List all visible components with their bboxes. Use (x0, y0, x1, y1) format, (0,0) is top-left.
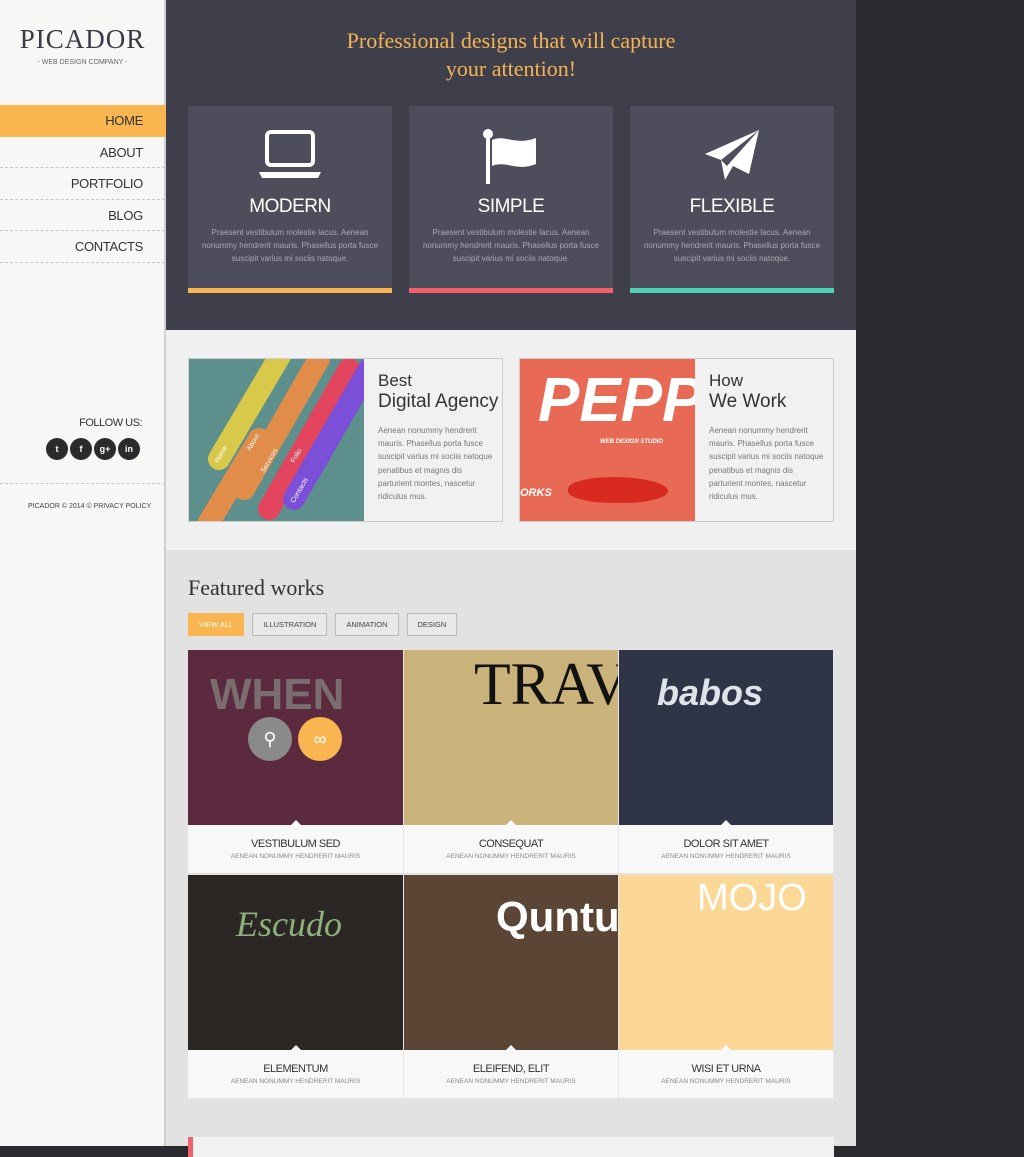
card-title-1: How (709, 371, 744, 390)
card-text: Aenean nonummy hendrerit mauris. Phasell… (378, 426, 493, 502)
thumbnail-art: TRAV (474, 651, 618, 717)
copyright[interactable]: PICADOR © 2014 © PRIVACY POLICY (28, 503, 151, 510)
card-digital-agency[interactable]: Home About Services Folio Contacts Best … (188, 358, 503, 522)
feature-title: MODERN (249, 196, 331, 217)
feature-modern: MODERN Praesent vestibulum molestie lacu… (188, 106, 392, 293)
portfolio-item[interactable]: WHEN ⚲ ∞ VESTIBULUM SED AENEAN NONUMMY HEND… (188, 650, 404, 873)
hero-section: Professional designs that will capture y… (166, 0, 856, 330)
work-subtitle: AENEAN NONUMMY HENDRERIT MAURIS (230, 1078, 361, 1085)
portfolio-grid: WHEN ⚲ ∞ VESTIBULUM SED AENEAN NONUMMY HEND… (188, 650, 834, 1098)
headline-line-2: your attention! (445, 56, 577, 81)
intro-section: Home About Services Folio Contacts Best … (166, 330, 856, 550)
work-title: CONSEQUAT (478, 838, 544, 850)
feature-accent-bar (409, 288, 613, 293)
feature-text: Praesent vestibulum molestie lacus. Aene… (422, 228, 600, 263)
filter-design[interactable]: DESIGN (406, 613, 458, 636)
portfolio-thumbnail[interactable]: TRAV (404, 650, 618, 825)
nav-item-portfolio[interactable]: PORTFOLIO (0, 168, 165, 200)
linkedin-icon[interactable]: in (118, 438, 140, 460)
nav-item-about[interactable]: ABOUT (0, 137, 165, 168)
work-subtitle: AENEAN NONUMMY HENDRERIT MAURIS (446, 853, 576, 860)
tagline: - WEB DESIGN COMPANY - (37, 59, 128, 66)
thumbnail-art: Escudo (236, 904, 342, 944)
work-title: ELEIFEND, ELIT (472, 1063, 550, 1075)
next-section-block (188, 1137, 834, 1157)
card-text: Aenean nonummy hendrerit mauris. Phasell… (709, 426, 824, 502)
portfolio-item[interactable]: Quntu ELEIFEND, ELIT AENEAN NONUMMY HENDR… (404, 875, 619, 1098)
chili-pepper-image (568, 477, 668, 503)
portfolio-thumbnail[interactable]: MOJO (619, 875, 833, 1050)
card-how-we-work[interactable]: PEPPER WEB DESIGN STUDIO ORKS How We Wor… (519, 358, 834, 522)
feature-accent-bar (630, 288, 834, 293)
portfolio-filters: VIEW ALL ILLUSTRATION ANIMATION DESIGN (188, 613, 458, 636)
feature-flexible: FLEXIBLE Praesent vestibulum molestie la… (630, 106, 834, 293)
work-title: VESTIBULUM SED (251, 838, 340, 850)
work-title: WISI ET URNA (691, 1063, 761, 1075)
follow-us-label: FOLLOW US: (79, 417, 142, 429)
headline-line-1: Professional designs that will capture (346, 28, 676, 53)
twitter-icon[interactable]: t (46, 438, 68, 460)
thumbnail-art: WHEN (210, 670, 345, 719)
pepper-tagline: WEB DESIGN STUDIO (600, 439, 664, 445)
work-title: ELEMENTUM (263, 1063, 328, 1075)
card-image: Home About Services Folio Contacts (189, 359, 364, 521)
portfolio-thumbnail[interactable]: Quntu (404, 875, 618, 1050)
feature-text: Praesent vestibulum molestie lacus. Aene… (643, 228, 821, 263)
zoom-icon[interactable]: ⚲ (248, 717, 292, 761)
logo[interactable]: PICADOR (0, 24, 165, 55)
pepper-logo-text: PEPPER (538, 366, 695, 435)
link-icon[interactable]: ∞ (298, 717, 342, 761)
portfolio-item[interactable]: Escudo ELEMENTUM AENEAN NONUMMY HENDRERIT… (188, 875, 404, 1098)
portfolio-thumbnail[interactable]: babos (619, 650, 833, 825)
sidebar: PICADOR - WEB DESIGN COMPANY - HOME ABOU… (0, 0, 181, 1146)
feature-simple: SIMPLE Praesent vestibulum molestie lacu… (409, 106, 613, 293)
laptop-icon (188, 128, 392, 189)
card-title-1: Best (378, 371, 413, 390)
card-title-2: Digital Agency (378, 391, 499, 412)
social-links: t f g+ in (46, 438, 140, 460)
work-subtitle: AENEAN NONUMMY HENDRERIT MAURIS (230, 853, 361, 860)
featured-works-section: Featured works VIEW ALL ILLUSTRATION ANI… (166, 550, 856, 1157)
portfolio-item[interactable]: babos DOLOR SIT AMET AENEAN NONUMMY HENDR… (619, 650, 834, 873)
paper-plane-icon (630, 128, 834, 189)
thumbnail-art: MOJO (697, 877, 807, 919)
portfolio-thumbnail[interactable]: WHEN ⚲ ∞ (188, 650, 403, 825)
work-subtitle: AENEAN NONUMMY HENDRERIT MAURIS (661, 1078, 791, 1085)
right-background (856, 0, 1024, 1146)
nav-item-home[interactable]: HOME (0, 105, 181, 137)
hero-headline: Professional designs that will capture y… (166, 27, 856, 83)
portfolio-thumbnail[interactable]: Escudo (188, 875, 403, 1050)
work-subtitle: AENEAN NONUMMY HENDRERIT MAURIS (661, 853, 791, 860)
feature-text: Praesent vestibulum molestie lacus. Aene… (201, 228, 379, 263)
portfolio-item[interactable]: TRAV CONSEQUAT AENEAN NONUMMY HENDRERIT M… (404, 650, 619, 873)
nav-item-contacts[interactable]: CONTACTS (0, 231, 165, 263)
divider (0, 483, 165, 484)
work-title: DOLOR SIT AMET (683, 838, 769, 850)
facebook-icon[interactable]: f (70, 438, 92, 460)
work-subtitle: AENEAN NONUMMY HENDRERIT MAURIS (446, 1078, 576, 1085)
nav-item-blog[interactable]: BLOG (0, 200, 165, 231)
thumbnail-art: babos (657, 672, 764, 713)
filter-view-all[interactable]: VIEW ALL (188, 613, 245, 636)
card-image: PEPPER WEB DESIGN STUDIO ORKS (520, 359, 695, 521)
portfolio-item[interactable]: MOJO WISI ET URNA AENEAN NONUMMY HENDRERI… (619, 875, 834, 1098)
flag-icon (409, 128, 613, 189)
card-title-2: We Work (709, 391, 787, 412)
filter-illustration[interactable]: ILLUSTRATION (252, 613, 328, 636)
feature-accent-bar (188, 288, 392, 293)
feature-title: SIMPLE (477, 196, 545, 217)
google-plus-icon[interactable]: g+ (94, 438, 116, 460)
pepper-side-text: ORKS (520, 487, 552, 499)
main-nav: HOME ABOUT PORTFOLIO BLOG CONTACTS (0, 105, 181, 263)
section-title: Featured works (188, 575, 325, 600)
thumbnail-art: Quntu (496, 893, 618, 940)
feature-title: FLEXIBLE (689, 196, 775, 217)
filter-animation[interactable]: ANIMATION (335, 613, 399, 636)
